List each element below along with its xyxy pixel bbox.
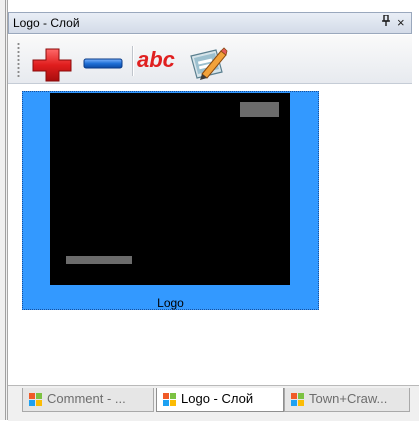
tab-comment[interactable]: Comment - ...	[22, 388, 154, 412]
tab-label: Logo - Слой	[181, 391, 254, 406]
rename-layer-button[interactable]: abc	[137, 47, 183, 75]
tab-town-craw[interactable]: Town+Craw...	[284, 388, 410, 412]
edit-layer-button[interactable]	[188, 44, 228, 82]
add-layer-button[interactable]	[30, 46, 76, 82]
blue-minus-icon	[83, 58, 123, 69]
left-frame-border	[0, 0, 8, 420]
tab-label: Comment - ...	[47, 391, 126, 406]
red-plus-icon	[32, 48, 72, 82]
close-icon[interactable]: ×	[397, 15, 405, 30]
panel-title: Logo - Слой	[13, 16, 80, 30]
tab-label: Town+Craw...	[309, 391, 388, 406]
window-icon	[291, 392, 305, 406]
toolbar-separator	[132, 46, 134, 76]
pin-icon[interactable]	[381, 14, 391, 30]
layer-thumbnail	[50, 93, 290, 285]
toolbar-grip[interactable]	[17, 42, 20, 78]
remove-layer-button[interactable]	[82, 56, 124, 72]
panel-titlebar[interactable]: Logo - Слой ×	[8, 12, 412, 34]
layer-item-label: Logo	[157, 296, 184, 310]
edit-pencil-icon	[190, 47, 228, 80]
thumbnail-mark-top	[240, 102, 279, 117]
rename-label: abc	[137, 47, 175, 72]
window-icon	[163, 392, 177, 406]
tab-logo-layer[interactable]: Logo - Слой	[156, 388, 284, 412]
window-icon	[29, 392, 43, 406]
thumbnail-mark-bottom	[66, 256, 132, 264]
